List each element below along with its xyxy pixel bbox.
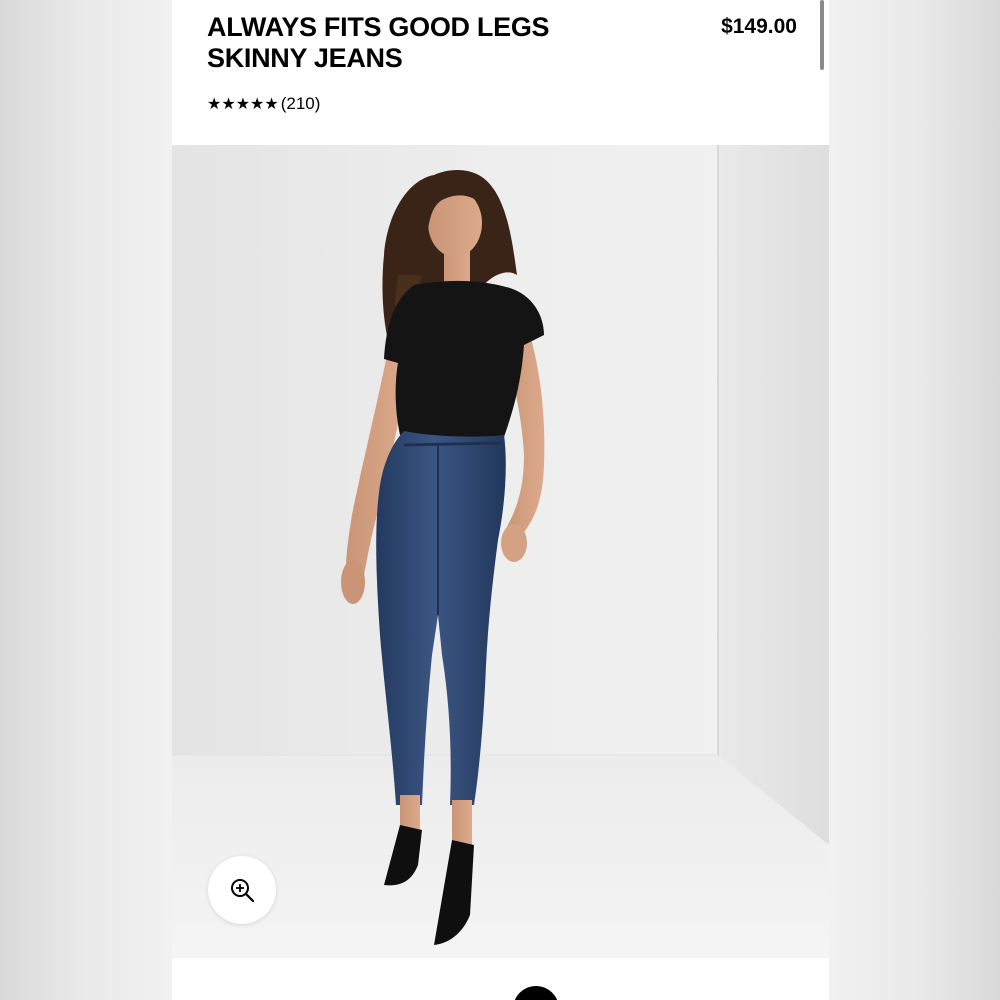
product-header: ALWAYS FITS GOOD LEGS SKINNY JEANS $149.…	[207, 12, 797, 74]
zoom-in-icon	[231, 879, 255, 903]
product-title: ALWAYS FITS GOOD LEGS SKINNY JEANS	[207, 12, 550, 73]
review-count: (210)	[280, 94, 321, 113]
scrollbar[interactable]	[820, 0, 824, 70]
chat-button[interactable]	[513, 986, 559, 1000]
rating-stars: ★★★★★	[207, 96, 279, 113]
product-price: $149.00	[721, 15, 797, 38]
zoom-button[interactable]	[208, 856, 276, 924]
product-photo	[172, 145, 829, 958]
product-rating[interactable]: ★★★★★ (210)	[207, 94, 320, 114]
product-image-gallery[interactable]	[172, 145, 829, 958]
product-screen: ALWAYS FITS GOOD LEGS SKINNY JEANS $149.…	[172, 0, 829, 1000]
bottom-bar	[172, 958, 829, 1000]
